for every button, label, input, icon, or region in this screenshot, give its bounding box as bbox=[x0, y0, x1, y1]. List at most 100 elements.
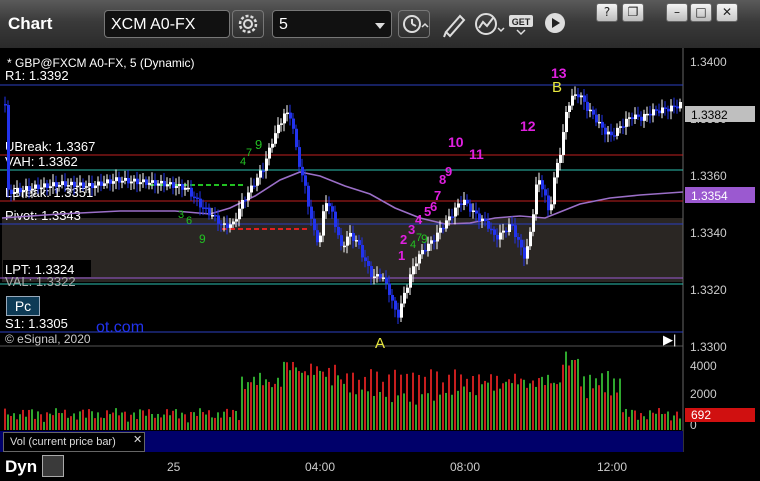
volume-bar bbox=[406, 373, 408, 430]
volume-bar bbox=[226, 408, 228, 430]
volume-bar bbox=[268, 381, 270, 430]
volume-bar bbox=[349, 392, 351, 430]
volume-bar bbox=[580, 386, 582, 430]
chart-window: Chart XCM A0-FX 5 GET ? ❐ – □ ✕ R1: 1.33… bbox=[0, 0, 760, 481]
price-bar bbox=[205, 207, 208, 210]
price-bar bbox=[442, 227, 445, 230]
price-bar bbox=[445, 220, 448, 229]
price-bar bbox=[466, 199, 469, 204]
volume-close-icon[interactable]: ✕ bbox=[133, 433, 142, 446]
chart-area[interactable]: R1: 1.3392 UBreak: 1.3367 VAH: 1.3362 LB… bbox=[0, 48, 760, 452]
volume-bar bbox=[427, 393, 429, 430]
minimize-button[interactable]: – bbox=[666, 3, 688, 22]
volume-bar bbox=[388, 374, 390, 430]
interval-select[interactable]: 5 bbox=[272, 10, 392, 38]
volume-bar bbox=[205, 414, 207, 430]
price-bar bbox=[43, 183, 46, 188]
price-bar bbox=[640, 116, 643, 121]
volume-bar bbox=[538, 378, 540, 430]
price-bar bbox=[490, 228, 493, 231]
line-study-icon bbox=[475, 13, 505, 35]
restore-button[interactable]: ❐ bbox=[622, 3, 644, 22]
price-bar bbox=[157, 183, 160, 186]
replay-button[interactable] bbox=[542, 10, 572, 38]
price-bar bbox=[115, 177, 118, 182]
price-bar bbox=[295, 128, 298, 148]
help-button[interactable]: ? bbox=[596, 3, 618, 22]
volume-bar bbox=[190, 411, 192, 430]
volume-bar bbox=[526, 387, 528, 430]
volume-bar bbox=[424, 376, 426, 430]
volume-bar bbox=[31, 409, 33, 430]
price-bar bbox=[304, 175, 307, 186]
studies-button[interactable] bbox=[472, 10, 505, 38]
window-title: Chart bbox=[8, 14, 53, 33]
price-bar bbox=[298, 147, 301, 167]
volume-bar bbox=[121, 412, 123, 430]
price-bar bbox=[517, 236, 520, 240]
price-bar bbox=[667, 108, 670, 112]
price-bar bbox=[310, 206, 313, 219]
price-bar bbox=[595, 114, 598, 123]
volume-study-label[interactable]: Vol (current price bar) bbox=[3, 432, 145, 452]
drawing-tools-button[interactable] bbox=[438, 10, 468, 38]
price-bar bbox=[373, 276, 376, 278]
volume-bar bbox=[292, 361, 294, 430]
scroll-to-end-icon[interactable]: ▶| bbox=[663, 332, 676, 348]
time-tick: 08:00 bbox=[450, 460, 481, 474]
price-bar bbox=[541, 180, 544, 190]
price-bar bbox=[559, 154, 562, 163]
get-data-button[interactable]: GET bbox=[508, 10, 538, 38]
price-bar bbox=[520, 239, 523, 248]
level-label-ubreak: UBreak: 1.3367 bbox=[5, 139, 95, 154]
price-bar bbox=[478, 213, 481, 221]
volume-bar bbox=[553, 382, 555, 430]
price-bar bbox=[139, 182, 142, 185]
price-bar bbox=[535, 184, 538, 215]
price-bar bbox=[124, 177, 127, 181]
volume-bar bbox=[253, 376, 255, 430]
volume-bar bbox=[523, 379, 525, 430]
chevron-down-icon bbox=[375, 23, 385, 29]
time-tick: 12:00 bbox=[597, 460, 628, 474]
volume-bar bbox=[571, 360, 573, 430]
volume-bar bbox=[391, 402, 393, 430]
symbol-input[interactable]: XCM A0-FX bbox=[104, 10, 230, 38]
watermark-text: ot.com bbox=[96, 319, 144, 336]
volume-bar bbox=[382, 381, 384, 430]
volume-bar bbox=[343, 383, 345, 430]
price-bar bbox=[112, 181, 115, 184]
volume-bar bbox=[223, 411, 225, 430]
volume-bar bbox=[37, 411, 39, 430]
dynamic-toggle-icon[interactable] bbox=[42, 455, 64, 477]
volume-bar bbox=[367, 391, 369, 430]
count-magenta: 2 bbox=[400, 232, 407, 247]
volume-bar bbox=[544, 385, 546, 430]
title-bar: Chart XCM A0-FX 5 GET ? ❐ – □ ✕ bbox=[0, 0, 760, 49]
price-bar bbox=[529, 231, 532, 247]
price-bar bbox=[493, 229, 496, 235]
price-bar bbox=[661, 107, 664, 114]
volume-bar bbox=[238, 420, 240, 430]
settings-button[interactable] bbox=[232, 10, 264, 38]
volume-bar bbox=[61, 413, 63, 430]
time-template-button[interactable] bbox=[398, 10, 430, 38]
volume-bar bbox=[622, 412, 624, 430]
price-bar bbox=[142, 179, 145, 183]
close-button[interactable]: ✕ bbox=[716, 3, 738, 22]
price-panel[interactable] bbox=[0, 48, 683, 344]
level-label-r1: R1: 1.3392 bbox=[5, 68, 69, 83]
price-bar bbox=[487, 221, 490, 229]
price-bar bbox=[4, 104, 7, 106]
price-bar bbox=[178, 183, 181, 187]
price-bar bbox=[508, 224, 511, 232]
price-bar bbox=[436, 232, 439, 242]
volume-bar bbox=[457, 390, 459, 430]
volume-bar bbox=[667, 411, 669, 430]
maximize-button[interactable]: □ bbox=[690, 3, 712, 22]
volume-bar bbox=[100, 417, 102, 430]
pc-button[interactable]: Pc bbox=[6, 296, 40, 316]
volume-bar bbox=[76, 419, 78, 430]
volume-current-value: 692 bbox=[691, 408, 711, 422]
volume-bar bbox=[274, 383, 276, 430]
